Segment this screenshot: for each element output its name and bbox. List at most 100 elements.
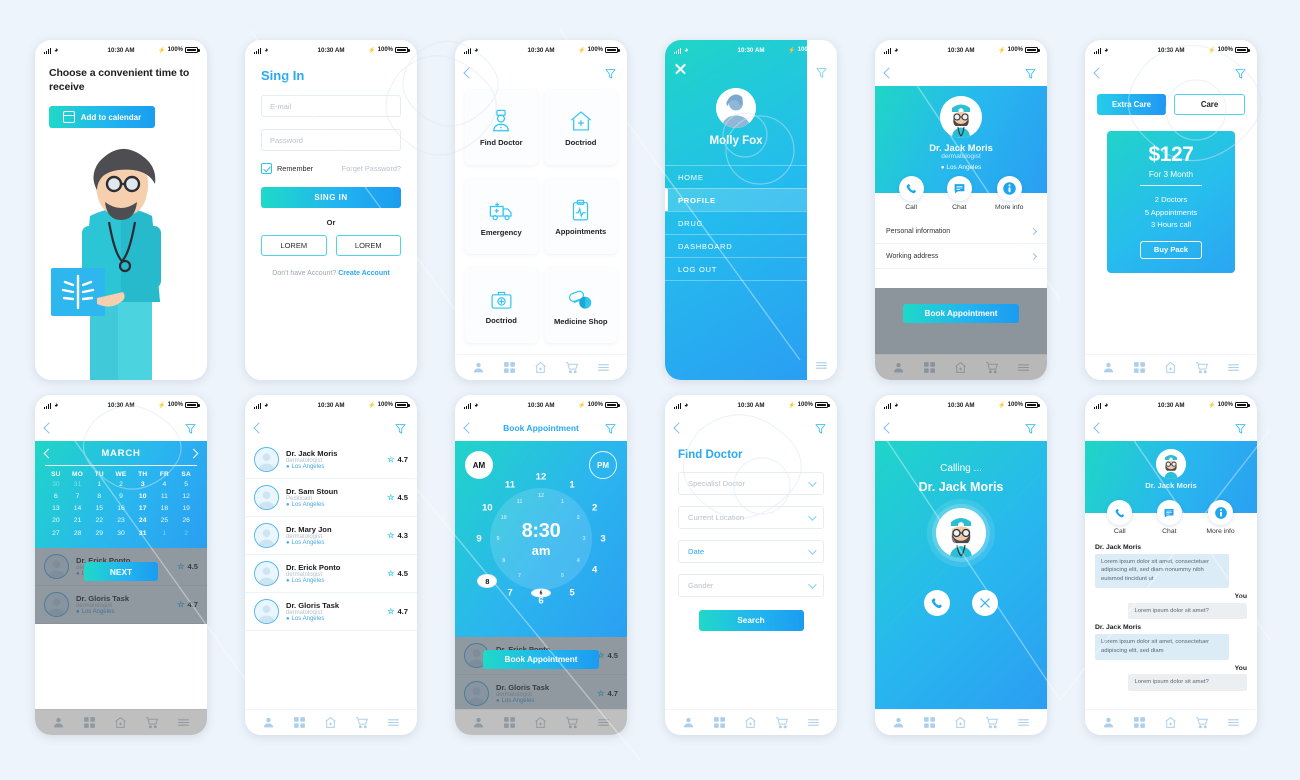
- back-icon[interactable]: [253, 422, 265, 434]
- person-icon[interactable]: [892, 361, 905, 374]
- clock-minute[interactable]: 10: [501, 515, 507, 521]
- clock-hour[interactable]: 4: [592, 565, 597, 576]
- calendar-day[interactable]: 8: [88, 490, 110, 502]
- clock-hour[interactable]: 2: [592, 503, 597, 514]
- calendar-day[interactable]: 27: [45, 527, 67, 539]
- calendar-day[interactable]: 31: [132, 527, 154, 539]
- menu-item-find-doctor[interactable]: Find Doctor: [465, 90, 538, 165]
- calendar-day[interactable]: 15: [88, 503, 110, 515]
- calendar-day[interactable]: 16: [110, 503, 132, 515]
- close-icon[interactable]: [674, 62, 687, 75]
- grid-icon[interactable]: [83, 716, 96, 729]
- cart-icon[interactable]: [985, 361, 999, 374]
- email-field[interactable]: E-mail: [261, 95, 401, 117]
- menu-icon[interactable]: [1227, 361, 1240, 374]
- calendar-day[interactable]: 30: [110, 527, 132, 539]
- hospital-icon[interactable]: [1164, 716, 1177, 729]
- clock-minute[interactable]: 2: [577, 515, 580, 521]
- table-row[interactable]: Dr. Gloris Task dermatologist ● Los Angeles…: [245, 593, 417, 631]
- calendar-day[interactable]: 24: [132, 515, 154, 527]
- filter-icon[interactable]: [1024, 422, 1037, 435]
- calendar-day[interactable]: 23: [110, 515, 132, 527]
- more-info-action[interactable]: More info: [1206, 500, 1235, 535]
- clock-minute[interactable]: 3: [583, 536, 586, 542]
- calendar-day[interactable]: 2: [110, 478, 132, 490]
- filter-icon[interactable]: [1234, 422, 1247, 435]
- person-icon[interactable]: [682, 716, 695, 729]
- back-icon[interactable]: [673, 422, 685, 434]
- menu-icon[interactable]: [597, 716, 610, 729]
- clock-hour[interactable]: 11: [505, 480, 515, 491]
- menu-icon[interactable]: [597, 361, 610, 374]
- calendar-day[interactable]: 11: [154, 490, 176, 502]
- cart-icon[interactable]: [985, 716, 999, 729]
- calendar-day[interactable]: 6: [45, 490, 67, 502]
- calendar-day[interactable]: 7: [67, 490, 89, 502]
- clock-minute[interactable]: 12: [538, 493, 544, 499]
- person-icon[interactable]: [472, 361, 485, 374]
- person-icon[interactable]: [1102, 361, 1115, 374]
- cart-icon[interactable]: [565, 361, 579, 374]
- clock-hour[interactable]: 1: [569, 480, 574, 491]
- clock-minute[interactable]: 4: [577, 558, 580, 564]
- search-button[interactable]: Search: [698, 610, 804, 631]
- call-action[interactable]: Call: [898, 176, 924, 211]
- drawer-item-dashboard[interactable]: DASHBOARD: [665, 234, 807, 257]
- calendar-day[interactable]: 22: [88, 515, 110, 527]
- menu-item-medicine-shop[interactable]: Medicine Shop: [544, 268, 617, 343]
- calendar-day[interactable]: 25: [154, 515, 176, 527]
- clock-hour[interactable]: 7: [507, 587, 512, 598]
- more-info-action[interactable]: More info: [995, 176, 1023, 211]
- table-row[interactable]: Dr. Erick Ponto dermatologist ● Los Angeles…: [245, 555, 417, 593]
- person-icon[interactable]: [472, 716, 485, 729]
- prev-month-icon[interactable]: [43, 448, 54, 459]
- menu-icon[interactable]: [1227, 716, 1240, 729]
- clock-minute[interactable]: 6: [531, 588, 551, 598]
- grid-icon[interactable]: [713, 716, 726, 729]
- person-icon[interactable]: [262, 716, 275, 729]
- select-specialist-doctor[interactable]: Specialist Doctor: [678, 472, 824, 495]
- next-month-icon[interactable]: [188, 448, 199, 459]
- calendar-day[interactable]: 19: [175, 503, 197, 515]
- calendar-day[interactable]: 12: [175, 490, 197, 502]
- clock-hour[interactable]: 5: [569, 587, 574, 598]
- calendar-day[interactable]: 29: [88, 527, 110, 539]
- grid-icon[interactable]: [503, 716, 516, 729]
- hospital-icon[interactable]: [954, 716, 967, 729]
- menu-icon[interactable]: [387, 716, 400, 729]
- calendar-day[interactable]: 17: [132, 503, 154, 515]
- person-icon[interactable]: [52, 716, 65, 729]
- table-row[interactable]: Dr. Mary Jon dermatologist ● Los Angeles ☆ 4.…: [245, 517, 417, 555]
- calendar-day[interactable]: 14: [67, 503, 89, 515]
- calendar-day[interactable]: 1: [154, 527, 176, 539]
- grid-icon[interactable]: [923, 716, 936, 729]
- select-current-location[interactable]: Current Location: [678, 506, 824, 529]
- cart-icon[interactable]: [775, 716, 789, 729]
- clock-hour[interactable]: 8: [477, 574, 498, 588]
- calendar-day[interactable]: 20: [45, 515, 67, 527]
- drawer-item-profile[interactable]: PROFILE: [665, 188, 807, 211]
- menu-item-appointments[interactable]: Appointments: [544, 179, 617, 254]
- menu-item-doctriod-home[interactable]: Doctriod: [544, 90, 617, 165]
- clock-hour[interactable]: 10: [482, 503, 493, 514]
- cart-icon[interactable]: [1195, 361, 1209, 374]
- social-button-right[interactable]: LOREM: [335, 235, 401, 256]
- hospital-icon[interactable]: [534, 361, 547, 374]
- sign-in-button[interactable]: SING IN: [261, 187, 401, 208]
- clock-hour[interactable]: 12: [536, 472, 547, 483]
- menu-icon[interactable]: [1017, 716, 1030, 729]
- person-icon[interactable]: [892, 716, 905, 729]
- calendar-day[interactable]: 13: [45, 503, 67, 515]
- back-icon[interactable]: [1093, 422, 1105, 434]
- filter-icon[interactable]: [1234, 67, 1247, 80]
- menu-item-doctriod-kit[interactable]: Doctriod: [465, 268, 538, 343]
- filter-icon[interactable]: [394, 422, 407, 435]
- password-field[interactable]: Password: [261, 129, 401, 151]
- hospital-icon[interactable]: [744, 716, 757, 729]
- calendar-day[interactable]: 4: [154, 478, 176, 490]
- drawer-item-home[interactable]: HOME: [665, 165, 807, 188]
- menu-icon[interactable]: [177, 716, 190, 729]
- back-icon[interactable]: [1093, 67, 1105, 79]
- row-working-address[interactable]: Working address: [875, 244, 1047, 269]
- next-button[interactable]: NEXT: [84, 562, 158, 582]
